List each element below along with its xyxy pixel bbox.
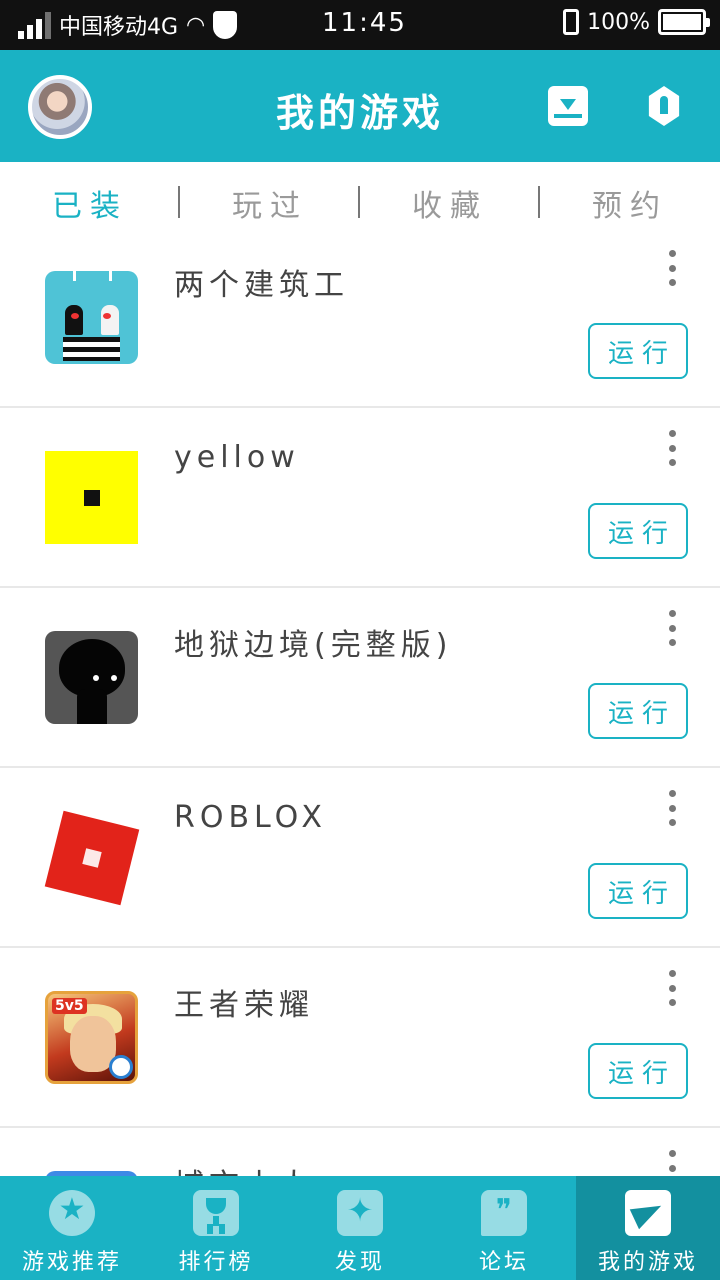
tab-installed[interactable]: 已装 <box>0 181 180 225</box>
nav-label: 排行榜 <box>178 1250 254 1275</box>
nav-item-recommend[interactable]: 游戏推荐 <box>0 1176 144 1280</box>
tencent-logo-icon <box>109 1055 133 1079</box>
nav-label: 我的游戏 <box>597 1250 698 1275</box>
download-box-icon[interactable] <box>548 86 588 126</box>
more-options-icon[interactable] <box>662 790 682 826</box>
game-name: 地狱边境(完整版) <box>174 628 453 663</box>
signal-icon <box>18 11 51 39</box>
game-badge: 5v5 <box>52 998 87 1014</box>
nav-item-forum[interactable]: 论坛 <box>432 1176 576 1280</box>
status-bar: 中国移动4G ◠ 11:45 100% <box>0 0 720 50</box>
shield-icon <box>213 11 238 39</box>
nav-label: 发现 <box>334 1250 385 1275</box>
run-button[interactable]: 运行 <box>588 503 688 559</box>
game-name: ROBLOX <box>174 800 327 835</box>
nav-label: 论坛 <box>478 1250 529 1275</box>
more-options-icon[interactable] <box>662 610 682 646</box>
tab-played[interactable]: 玩过 <box>180 181 360 225</box>
status-left: 中国移动4G ◠ <box>18 9 238 41</box>
quote-bubble-icon <box>481 1190 527 1236</box>
tab-divider <box>358 186 360 218</box>
tab-divider <box>178 186 180 218</box>
carrier-label: 中国移动4G <box>59 15 179 40</box>
app-header: 我的游戏 <box>0 50 720 162</box>
bottom-nav: 游戏推荐 排行榜 发现 论坛 我的游戏 <box>0 1176 720 1280</box>
yellow-game-icon[interactable] <box>45 451 138 544</box>
wifi-icon: ◠ <box>186 12 206 38</box>
nav-item-ranking[interactable]: 排行榜 <box>144 1176 288 1280</box>
roblox-game-icon[interactable] <box>44 810 140 906</box>
clock: 11:45 <box>322 8 407 38</box>
list-item[interactable]: 城市小人 运行 <box>0 1128 720 1176</box>
trophy-icon <box>193 1190 239 1236</box>
battery-icon <box>658 9 710 35</box>
run-button[interactable]: 运行 <box>588 683 688 739</box>
star-icon <box>49 1190 95 1236</box>
run-button[interactable]: 运行 <box>588 863 688 919</box>
tab-favorites[interactable]: 收藏 <box>360 181 540 225</box>
battery-fill <box>663 14 701 30</box>
vibrate-icon <box>563 9 580 35</box>
tab-reserved[interactable]: 预约 <box>540 181 720 225</box>
run-button[interactable]: 运行 <box>588 1043 688 1099</box>
more-options-icon[interactable] <box>662 970 682 1006</box>
status-right: 100% <box>563 9 710 35</box>
game-name: 两个建筑工 <box>174 268 349 303</box>
game-name: 王者荣耀 <box>174 988 314 1023</box>
page-title: 我的游戏 <box>275 91 444 135</box>
list-item[interactable]: yellow 运行 <box>0 408 720 588</box>
game-name: yellow <box>174 440 300 475</box>
honor-of-kings-game-icon[interactable]: 5v5 <box>45 991 138 1084</box>
battery-percent: 100% <box>587 9 650 35</box>
game-name: 城市小人 <box>174 1160 314 1176</box>
more-options-icon[interactable] <box>662 1150 682 1176</box>
list-item[interactable]: 地狱边境(完整版) 运行 <box>0 588 720 768</box>
list-item[interactable]: 5v5 王者荣耀 运行 <box>0 948 720 1128</box>
more-options-icon[interactable] <box>662 430 682 466</box>
tab-divider <box>538 186 540 218</box>
nav-label: 游戏推荐 <box>21 1250 122 1275</box>
game-list[interactable]: 两个建筑工 运行 yellow 运行 地狱边境(完整版) 运行 ROBLOX 运… <box>0 228 720 1176</box>
paper-plane-icon <box>625 1190 671 1236</box>
run-button[interactable]: 运行 <box>588 323 688 379</box>
list-item[interactable]: 两个建筑工 运行 <box>0 228 720 408</box>
sparkle-icon <box>337 1190 383 1236</box>
more-options-icon[interactable] <box>662 250 682 286</box>
nav-item-my-games[interactable]: 我的游戏 <box>576 1176 720 1280</box>
nav-item-discover[interactable]: 发现 <box>288 1176 432 1280</box>
list-item[interactable]: ROBLOX 运行 <box>0 768 720 948</box>
limbo-game-icon[interactable] <box>45 631 138 724</box>
two-builders-game-icon[interactable] <box>45 271 138 364</box>
